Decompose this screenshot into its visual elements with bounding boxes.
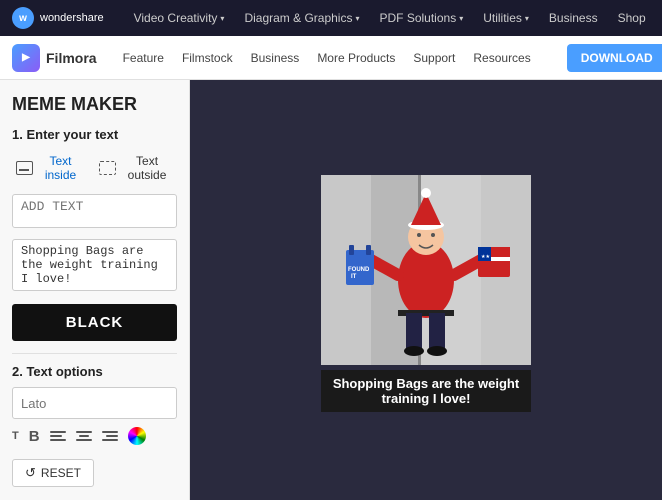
- font-selector[interactable]: [12, 387, 177, 419]
- svg-text:FOUND: FOUND: [348, 267, 370, 273]
- text-tools-bar: T B: [12, 427, 177, 445]
- align-right-icon[interactable]: [102, 431, 118, 441]
- nav-more-products[interactable]: More Products: [317, 51, 395, 65]
- meme-caption: Shopping Bags are the weight training I …: [321, 370, 531, 412]
- filmora-logo[interactable]: ▶ Filmora: [12, 44, 97, 72]
- secondary-navigation: ▶ Filmora Feature Filmstock Business Mor…: [0, 36, 662, 80]
- section-enter-text: 1. Enter your text: [12, 127, 177, 142]
- chevron-down-icon: ▾: [525, 14, 529, 23]
- filmora-brand: Filmora: [46, 50, 97, 66]
- text-outside-icon: [99, 161, 116, 175]
- chevron-down-icon: ▾: [220, 14, 224, 23]
- nav-pdf-solutions[interactable]: PDF Solutions ▾: [380, 11, 464, 25]
- nav-business[interactable]: Business: [251, 51, 300, 65]
- chevron-down-icon: ▾: [355, 14, 359, 23]
- color-black-button[interactable]: BLACK: [12, 304, 177, 341]
- align-left-icon[interactable]: [50, 431, 66, 441]
- filmora-icon: ▶: [12, 44, 40, 72]
- align-center-icon[interactable]: [76, 431, 92, 441]
- nav-business[interactable]: Business: [549, 11, 598, 25]
- reset-icon: ↺: [25, 465, 36, 481]
- canvas-area: ★★ FOUND IT Shopping Bags a: [190, 80, 662, 500]
- meme-container: ★★ FOUND IT Shopping Bags a: [321, 175, 531, 405]
- nav-filmstock[interactable]: Filmstock: [182, 51, 233, 65]
- wondershare-logo[interactable]: w wondershare: [12, 7, 104, 29]
- nav-video-creativity[interactable]: Video Creativity ▾: [134, 11, 225, 25]
- bold-icon[interactable]: B: [29, 428, 40, 445]
- nav-resources[interactable]: Resources: [473, 51, 530, 65]
- svg-text:IT: IT: [351, 274, 357, 280]
- add-text-input[interactable]: [12, 194, 177, 228]
- nav-utilities[interactable]: Utilities ▾: [483, 11, 529, 25]
- section-text-options: 2. Text options: [12, 353, 177, 379]
- font-size-small-icon[interactable]: T: [12, 430, 19, 442]
- nav-support[interactable]: Support: [413, 51, 455, 65]
- reset-button[interactable]: ↺ RESET: [12, 459, 94, 487]
- text-inside-icon: [16, 161, 33, 175]
- meme-scene-image: ★★ FOUND IT: [321, 175, 531, 365]
- text-position-selector: Text inside Text outside: [12, 152, 177, 184]
- color-picker-icon[interactable]: [128, 427, 146, 445]
- chevron-down-icon: ▾: [459, 14, 463, 23]
- bottom-text-input[interactable]: Shopping Bags are the weight training I …: [12, 239, 177, 291]
- text-outside-button[interactable]: Text outside: [95, 152, 177, 184]
- svg-text:★★: ★★: [481, 254, 490, 260]
- download-button[interactable]: DOWNLOAD: [567, 44, 662, 72]
- brand-name: wondershare: [40, 12, 104, 24]
- text-inside-button[interactable]: Text inside: [12, 152, 87, 184]
- logo-icon: w: [12, 7, 34, 29]
- sidebar: MEME MAKER 1. Enter your text Text insid…: [0, 80, 190, 500]
- main-layout: MEME MAKER 1. Enter your text Text insid…: [0, 80, 662, 500]
- top-navigation: w wondershare Video Creativity ▾ Diagram…: [0, 0, 662, 36]
- nav-shop[interactable]: Shop: [618, 11, 646, 25]
- app-title: MEME MAKER: [12, 94, 177, 115]
- nav-diagram-graphics[interactable]: Diagram & Graphics ▾: [244, 11, 359, 25]
- nav-feature[interactable]: Feature: [123, 51, 164, 65]
